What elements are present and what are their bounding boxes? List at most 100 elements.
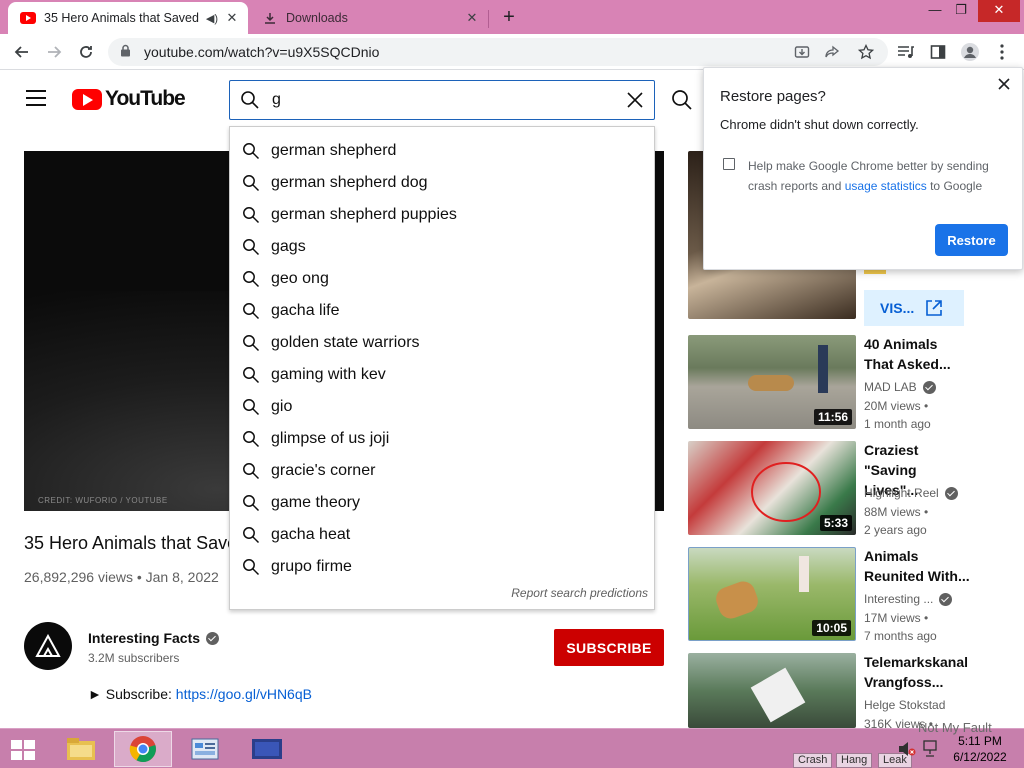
channel-text: Helge Stokstad bbox=[864, 698, 946, 712]
restore-window-button[interactable]: ❐ bbox=[944, 0, 978, 22]
usage-statistics-link[interactable]: usage statistics bbox=[845, 179, 927, 193]
suggestion-item[interactable]: geo ong bbox=[230, 263, 654, 295]
youtube-logo-text: YouTube bbox=[105, 87, 186, 110]
address-bar[interactable]: youtube.com/watch?v=u9X5SQCDnio bbox=[108, 38, 888, 66]
close-window-button[interactable]: ✕ bbox=[978, 0, 1020, 22]
ad-visit-button[interactable]: VIS... bbox=[864, 290, 964, 326]
video-thumbnail[interactable]: 5:33 bbox=[688, 441, 856, 535]
video-thumbnail[interactable]: 10:05 bbox=[688, 547, 856, 641]
video-thumbnail[interactable]: 11:56 bbox=[688, 335, 856, 429]
subscribe-link[interactable]: https://goo.gl/vHN6qB bbox=[176, 686, 312, 702]
suggestion-text: game theory bbox=[271, 494, 360, 511]
search-icon bbox=[243, 527, 260, 544]
taskbar-clock[interactable]: 5:11 PM 6/12/2022 bbox=[950, 733, 1010, 765]
crash-tray-button[interactable]: Crash bbox=[793, 753, 833, 768]
verified-badge-icon bbox=[939, 592, 953, 606]
search-input-value: g bbox=[272, 91, 281, 108]
chrome-menu-icon[interactable] bbox=[992, 42, 1012, 62]
file-explorer-taskbar-button[interactable] bbox=[52, 731, 110, 767]
reload-button[interactable] bbox=[74, 40, 98, 64]
suggestion-item[interactable]: gacha life bbox=[230, 295, 654, 327]
person-figure bbox=[818, 345, 828, 393]
recommended-title[interactable]: Telemarkskanal Vrangfoss... bbox=[864, 652, 974, 692]
recommended-channel[interactable]: Highlight Reel bbox=[864, 486, 958, 500]
lock-icon[interactable] bbox=[120, 44, 134, 60]
new-tab-button[interactable]: + bbox=[498, 6, 520, 28]
channel-name[interactable]: Interesting Facts bbox=[88, 630, 220, 646]
recommended-channel[interactable]: Interesting ... bbox=[864, 592, 953, 606]
suggestion-text: gaming with kev bbox=[271, 366, 386, 383]
tab-downloads[interactable]: Downloads ✕ bbox=[252, 2, 488, 34]
search-suggestions-dropdown: Report search predictions german shepher… bbox=[229, 126, 655, 610]
bookmark-star-icon[interactable] bbox=[857, 43, 875, 61]
app-window-taskbar-button[interactable] bbox=[238, 731, 296, 767]
tab-close-icon[interactable]: ✕ bbox=[224, 10, 240, 26]
network-icon[interactable] bbox=[922, 740, 938, 758]
video-views-date: 26,892,296 views • Jan 8, 2022 bbox=[24, 569, 219, 585]
video-duration: 11:56 bbox=[813, 409, 852, 425]
suggestion-item[interactable]: gio bbox=[230, 391, 654, 423]
tab-close-icon[interactable]: ✕ bbox=[464, 10, 480, 26]
recommended-channel[interactable]: MAD LAB bbox=[864, 380, 936, 394]
restore-button[interactable]: Restore bbox=[935, 224, 1008, 256]
subscribe-button[interactable]: SUBSCRIBE bbox=[554, 629, 664, 666]
title-line: Craziest bbox=[864, 442, 919, 458]
profile-avatar-icon[interactable] bbox=[960, 42, 980, 62]
video-thumbnail[interactable] bbox=[688, 653, 856, 728]
report-predictions-link[interactable]: Report search predictions bbox=[511, 586, 648, 600]
back-button[interactable] bbox=[10, 40, 34, 64]
suggestion-item[interactable]: golden state warriors bbox=[230, 327, 654, 359]
hang-tray-button[interactable]: Hang bbox=[836, 753, 873, 768]
recommended-channel[interactable]: Helge Stokstad bbox=[864, 698, 945, 712]
recommended-title[interactable]: 40 Animals That Asked... bbox=[864, 334, 974, 374]
suggestion-item[interactable]: gracie's corner bbox=[230, 455, 654, 487]
suggestion-text: golden state warriors bbox=[271, 334, 420, 351]
channel-avatar[interactable] bbox=[24, 622, 72, 670]
hamburger-menu-icon[interactable] bbox=[26, 90, 46, 106]
video-duration: 5:33 bbox=[819, 515, 852, 531]
suggestion-item[interactable]: glimpse of us joji bbox=[230, 423, 654, 455]
search-icon bbox=[243, 559, 260, 576]
suggestion-item[interactable]: german shepherd dog bbox=[230, 167, 654, 199]
search-icon bbox=[243, 239, 260, 256]
search-input[interactable]: g bbox=[229, 80, 655, 120]
verified-badge-icon bbox=[922, 380, 936, 394]
volume-muted-icon[interactable] bbox=[898, 741, 916, 757]
title-line: Reunited With... bbox=[864, 568, 970, 584]
suggestion-item[interactable]: grupo firme bbox=[230, 551, 654, 583]
channel-text: MAD LAB bbox=[864, 380, 917, 394]
tab-youtube[interactable]: 35 Hero Animals that Saved ◀) ✕ bbox=[8, 2, 248, 34]
tab-separator bbox=[488, 10, 489, 28]
crash-report-checkbox[interactable] bbox=[723, 158, 735, 170]
side-panel-icon[interactable] bbox=[928, 42, 948, 62]
tab-title: Downloads bbox=[286, 11, 348, 25]
suggestion-item[interactable]: german shepherd bbox=[230, 135, 654, 167]
search-icon bbox=[243, 495, 260, 512]
search-icon bbox=[243, 143, 260, 160]
control-panel-taskbar-button[interactable] bbox=[176, 731, 234, 767]
youtube-logo[interactable]: YouTube bbox=[72, 87, 186, 111]
suggestion-item[interactable]: german shepherd puppies bbox=[230, 199, 654, 231]
title-line: That Asked... bbox=[864, 356, 951, 372]
share-icon[interactable] bbox=[823, 43, 841, 61]
suggestion-item[interactable]: gacha heat bbox=[230, 519, 654, 551]
forward-button[interactable] bbox=[42, 40, 66, 64]
suggestion-text: geo ong bbox=[271, 270, 329, 287]
dialog-close-icon[interactable] bbox=[996, 76, 1012, 92]
install-icon[interactable] bbox=[793, 43, 811, 61]
suggestion-item[interactable]: gaming with kev bbox=[230, 359, 654, 391]
suggestion-item[interactable]: game theory bbox=[230, 487, 654, 519]
chrome-taskbar-button[interactable] bbox=[114, 731, 172, 767]
suggestion-text: german shepherd bbox=[271, 142, 397, 159]
suggestion-item[interactable]: gags bbox=[230, 231, 654, 263]
suggestion-text: gio bbox=[271, 398, 293, 415]
ad-visit-label: VIS... bbox=[880, 300, 915, 316]
recommended-title[interactable]: Animals Reunited With... bbox=[864, 546, 974, 586]
search-button[interactable] bbox=[668, 86, 698, 114]
title-line: Telemarkskanal bbox=[864, 654, 969, 670]
tab-title: 35 Hero Animals that Saved bbox=[44, 11, 199, 25]
clear-search-icon[interactable] bbox=[624, 89, 646, 111]
media-control-icon[interactable] bbox=[896, 42, 916, 62]
windows-start-icon[interactable] bbox=[8, 737, 38, 763]
speaker-icon[interactable]: ◀) bbox=[206, 12, 218, 25]
